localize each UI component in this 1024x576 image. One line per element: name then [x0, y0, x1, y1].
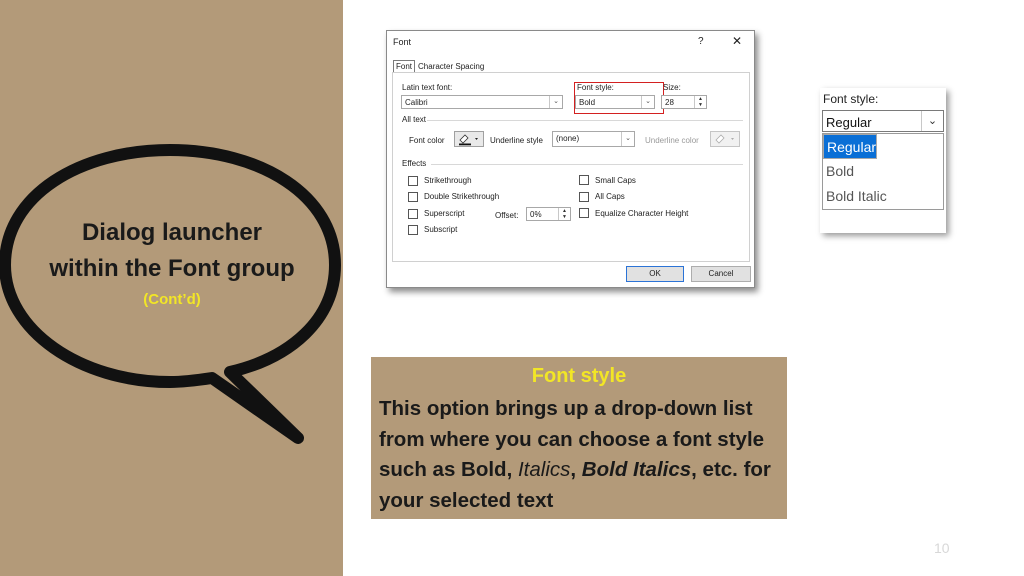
effects-label: Effects	[402, 159, 427, 168]
slide: Dialog launcher within the Font group (C…	[0, 0, 1024, 576]
offset-stepper[interactable]: 0% ▲ ▼	[526, 207, 571, 221]
all-caps-label: All Caps	[595, 192, 625, 201]
equalize-height-label: Equalize Character Height	[595, 209, 689, 218]
dropdown-list: Regular Italic Bold Bold Italic	[822, 133, 944, 210]
offset-label: Offset:	[495, 211, 519, 220]
highlighter-icon	[715, 134, 734, 144]
callout-text: Dialog launcher within the Font group (C…	[22, 215, 322, 311]
highlighter-icon	[459, 134, 478, 146]
bold-italic-example: Bold Italics	[581, 458, 692, 481]
underline-color-label: Underline color	[645, 136, 699, 145]
chevron-down-icon: ⌄	[621, 132, 634, 146]
dropdown-option-bold[interactable]: Bold	[823, 159, 943, 184]
font-style-value: Bold	[579, 98, 596, 107]
latin-font-select[interactable]: Calibri ⌄	[401, 95, 563, 109]
ok-button[interactable]: OK	[626, 266, 684, 282]
superscript-checkbox[interactable]	[408, 209, 418, 219]
subscript-checkbox[interactable]	[408, 225, 418, 235]
latin-font-label: Latin text font:	[402, 83, 453, 92]
dropdown-option-regular[interactable]: Regular	[823, 134, 878, 159]
underline-style-value: (none)	[556, 134, 580, 143]
size-label: Size:	[663, 83, 681, 92]
spin-arrows-icon[interactable]: ▲ ▼	[558, 208, 570, 220]
font-color-button[interactable]	[454, 131, 484, 147]
font-style-combobox[interactable]: Regular ⌄	[822, 110, 944, 132]
subscript-label: Subscript	[424, 225, 458, 234]
small-caps-label: Small Caps	[595, 176, 636, 185]
size-value: 28	[665, 98, 674, 107]
underline-style-select[interactable]: (none) ⌄	[552, 131, 635, 147]
dialog-title: Font	[393, 37, 412, 47]
strikethrough-checkbox[interactable]	[408, 176, 418, 186]
chevron-down-icon: ⌄	[549, 96, 562, 108]
callout-line-3: (Cont’d)	[143, 291, 201, 308]
chevron-down-icon: ⌄	[641, 96, 654, 108]
latin-font-value: Calibri	[405, 98, 428, 107]
dropdown-label: Font style:	[823, 92, 879, 106]
close-icon[interactable]: ✕	[732, 34, 742, 48]
italic-example: Italics	[517, 458, 571, 481]
spin-arrows-icon[interactable]: ▲ ▼	[694, 96, 706, 108]
equalize-height-checkbox[interactable]	[579, 208, 589, 218]
font-style-label: Font style:	[577, 83, 614, 92]
double-strikethrough-checkbox[interactable]	[408, 192, 418, 202]
superscript-label: Superscript	[424, 209, 465, 218]
divider	[431, 164, 743, 165]
help-button[interactable]: ?	[698, 36, 704, 47]
small-caps-checkbox[interactable]	[579, 175, 589, 185]
dropdown-selected-value: Regular	[826, 115, 872, 130]
cancel-button[interactable]: Cancel	[691, 266, 751, 282]
double-strikethrough-label: Double Strikethrough	[424, 192, 500, 201]
all-text-label: All text	[402, 115, 427, 124]
all-caps-checkbox[interactable]	[579, 192, 589, 202]
font-dialog: Font ? ✕ Font Character Spacing Latin te…	[386, 30, 755, 288]
dropdown-option-bold-italic[interactable]: Bold Italic	[823, 184, 943, 209]
size-stepper[interactable]: 28 ▲ ▼	[661, 95, 707, 109]
description-box: Font style This option brings up a drop-…	[371, 357, 787, 519]
font-style-dropdown: Font style: Regular ⌄ Regular Italic Bol…	[820, 88, 946, 233]
offset-value: 0%	[530, 210, 542, 219]
font-style-select[interactable]: Bold ⌄	[575, 95, 655, 109]
page-number: 10	[934, 540, 950, 556]
dialog-body: Latin text font: Calibri ⌄ Font style: B…	[392, 72, 750, 262]
description-text: This option brings up a drop-down list f…	[379, 394, 783, 516]
underline-color-button[interactable]	[710, 131, 740, 147]
underline-style-label: Underline style	[490, 136, 543, 145]
callout-line-2: within the Font group	[49, 255, 295, 282]
callout-line-1: Dialog launcher	[81, 219, 263, 246]
separator: ,	[570, 458, 582, 481]
font-color-label: Font color	[409, 136, 445, 145]
strikethrough-label: Strikethrough	[424, 176, 472, 185]
divider	[427, 120, 743, 121]
chevron-down-icon[interactable]: ⌄	[921, 111, 943, 131]
description-title: Font style	[531, 365, 627, 387]
